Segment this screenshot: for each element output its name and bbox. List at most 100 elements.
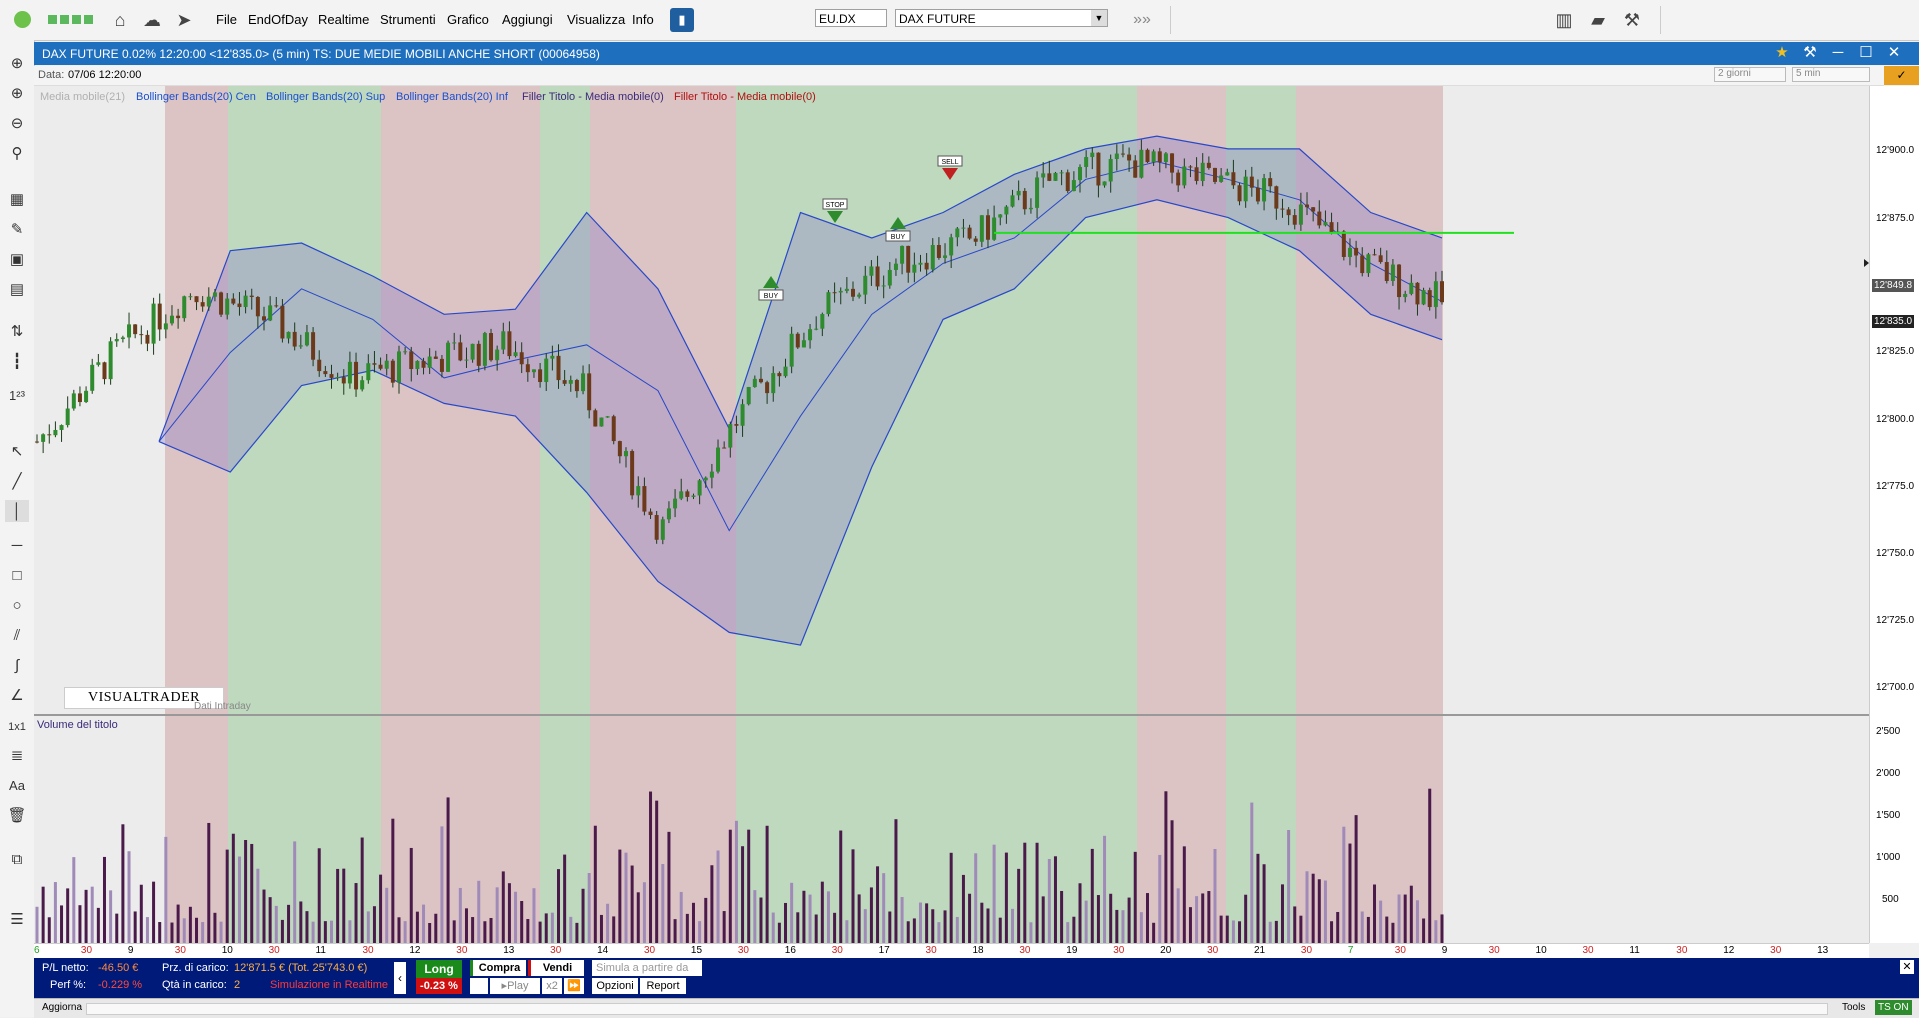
tools-button[interactable]: Tools: [1842, 1002, 1865, 1013]
connection-status-icon[interactable]: [14, 11, 31, 28]
menu-endofday[interactable]: EndOfDay: [248, 12, 308, 27]
volume-bar: [1342, 826, 1346, 943]
volume-bar: [360, 837, 364, 943]
menu-realtime[interactable]: Realtime: [318, 12, 369, 27]
candle-body: [84, 390, 89, 403]
toolbox-icon[interactable]: ▰: [1586, 8, 1610, 32]
horizontal-scrollbar[interactable]: [86, 1003, 1828, 1015]
menu-visualizza[interactable]: Visualizza: [567, 12, 625, 27]
legend-item[interactable]: Filler Titolo - Media mobile(0): [674, 91, 816, 103]
volume-bar: [415, 911, 419, 943]
chart-icon[interactable]: ▥: [1552, 8, 1576, 32]
menu-file[interactable]: File: [216, 12, 237, 27]
magnifier-icon[interactable]: ⚲: [5, 142, 29, 164]
buy-button[interactable]: Compra: [470, 960, 526, 976]
sell-button[interactable]: Vendi: [528, 960, 584, 976]
volume-bar: [507, 883, 511, 943]
volume-bar: [201, 922, 205, 943]
instrument-select[interactable]: DAX FUTURE ▼: [895, 9, 1108, 27]
candles-icon[interactable]: ┇: [5, 350, 29, 372]
refresh-button[interactable]: Aggiorna: [42, 1002, 82, 1013]
ts-status-badge[interactable]: TS ON: [1875, 1000, 1912, 1015]
horizontal-line-icon[interactable]: ─: [5, 534, 29, 556]
candle-body: [771, 373, 776, 394]
channel-icon[interactable]: ⫽: [5, 624, 29, 646]
symbol-input[interactable]: EU.DX: [815, 9, 887, 27]
price-axis[interactable]: 12'900.0 12'875.0 12'849.8 12'835.0 12'8…: [1869, 86, 1919, 943]
indicator-icon[interactable]: ✎: [5, 218, 29, 240]
gann-fan-icon[interactable]: 1x1: [5, 716, 29, 738]
interval-select[interactable]: 5 min: [1792, 67, 1870, 82]
legend-item[interactable]: Bollinger Bands(20) Inf: [396, 91, 508, 103]
chevron-down-icon[interactable]: ▼: [1091, 10, 1107, 26]
volume-bar: [704, 897, 708, 943]
volume-bar: [501, 871, 505, 943]
candle-body: [1139, 149, 1144, 178]
pane-divider[interactable]: [34, 714, 1869, 716]
home-icon[interactable]: ⌂: [108, 8, 132, 32]
cloud-icon[interactable]: ☁: [140, 8, 164, 32]
candle-body: [973, 238, 978, 242]
list-icon[interactable]: ☰: [5, 908, 29, 930]
zoom-out-icon[interactable]: ⊖: [5, 112, 29, 134]
rectangle-icon[interactable]: □: [5, 564, 29, 586]
volume-chart[interactable]: Volume del titolo: [34, 716, 1884, 943]
trash-icon[interactable]: 🗑: [5, 804, 29, 826]
svg-text:STOP: STOP: [826, 202, 845, 209]
fast-forward-icon[interactable]: ⏩: [564, 978, 584, 994]
volume-bar: [808, 894, 812, 943]
range-select[interactable]: 2 giorni: [1714, 67, 1786, 82]
star-icon[interactable]: ★: [1772, 44, 1792, 62]
time-tick: 30: [1488, 945, 1500, 956]
text-icon[interactable]: Aa: [5, 774, 29, 796]
legend-item[interactable]: Bollinger Bands(20) Sup: [266, 91, 385, 103]
menu-strumenti[interactable]: Strumenti: [380, 12, 436, 27]
wrench-icon[interactable]: ⚒: [1620, 8, 1644, 32]
close-icon[interactable]: ✕: [1884, 44, 1904, 62]
candle-body: [200, 302, 205, 307]
vertical-line-icon[interactable]: │: [5, 500, 29, 522]
angle-icon[interactable]: ∠: [5, 684, 29, 706]
speed-button[interactable]: x2: [542, 978, 562, 994]
simulate-from-input[interactable]: Simula a partire da: [592, 960, 702, 976]
tools-icon[interactable]: ⚒: [1800, 44, 1820, 62]
maximize-icon[interactable]: ☐: [1856, 44, 1876, 62]
stop-button[interactable]: [470, 978, 488, 994]
play-button[interactable]: ▸Play: [490, 978, 540, 994]
layers-icon[interactable]: ⧉: [5, 848, 29, 870]
forward-icon[interactable]: »»: [1130, 8, 1154, 32]
candle-body: [262, 316, 267, 321]
fibonacci-icon[interactable]: ≣: [5, 744, 29, 766]
legend-item[interactable]: Media mobile(21): [40, 91, 125, 103]
dashboard-icon[interactable]: ▮: [670, 8, 694, 32]
menu-info[interactable]: Info: [632, 12, 654, 27]
menu-aggiungi[interactable]: Aggiungi: [502, 12, 553, 27]
legend-item[interactable]: Filler Titolo - Media mobile(0): [522, 91, 664, 103]
template-icon[interactable]: ▦: [5, 188, 29, 210]
volume-bar: [1115, 909, 1119, 943]
collapse-icon[interactable]: ✓: [1884, 66, 1919, 85]
close-panel-icon[interactable]: ✕: [1900, 960, 1914, 974]
line-icon[interactable]: ╱: [5, 470, 29, 492]
report-button[interactable]: Report: [640, 978, 686, 994]
zoom-in-icon[interactable]: ⊕: [5, 82, 29, 104]
menu-grafico[interactable]: Grafico: [447, 12, 489, 27]
volume-bar: [863, 909, 867, 943]
price-chart[interactable]: BUY BUY STOP SELL VISUALTRADER Dati Intrada…: [34, 86, 1884, 714]
minimize-icon[interactable]: ─: [1828, 44, 1848, 62]
trading-system-icon[interactable]: ▣: [5, 248, 29, 270]
screener-icon[interactable]: ▤: [5, 278, 29, 300]
circle-icon[interactable]: ○: [5, 594, 29, 616]
numbers-icon[interactable]: 1²³: [5, 384, 29, 406]
time-axis[interactable]: 6 30 9 30 10 30 11 30 12 30 13 30 14 30 15 30 16 30 17 30 18…: [34, 943, 1869, 959]
volume-bar: [1391, 922, 1395, 943]
options-button[interactable]: Opzioni: [592, 978, 638, 994]
order-icon[interactable]: ⇅: [5, 320, 29, 342]
collapse-panel-icon[interactable]: ‹: [394, 962, 406, 994]
volume-bar: [366, 911, 370, 943]
send-icon[interactable]: ➤: [172, 8, 196, 32]
legend-item[interactable]: Bollinger Bands(20) Cen: [136, 91, 256, 103]
pointer-icon[interactable]: ↖: [5, 440, 29, 462]
curve-icon[interactable]: ∫: [5, 654, 29, 676]
zoom-fit-icon[interactable]: ⊕: [5, 52, 29, 74]
